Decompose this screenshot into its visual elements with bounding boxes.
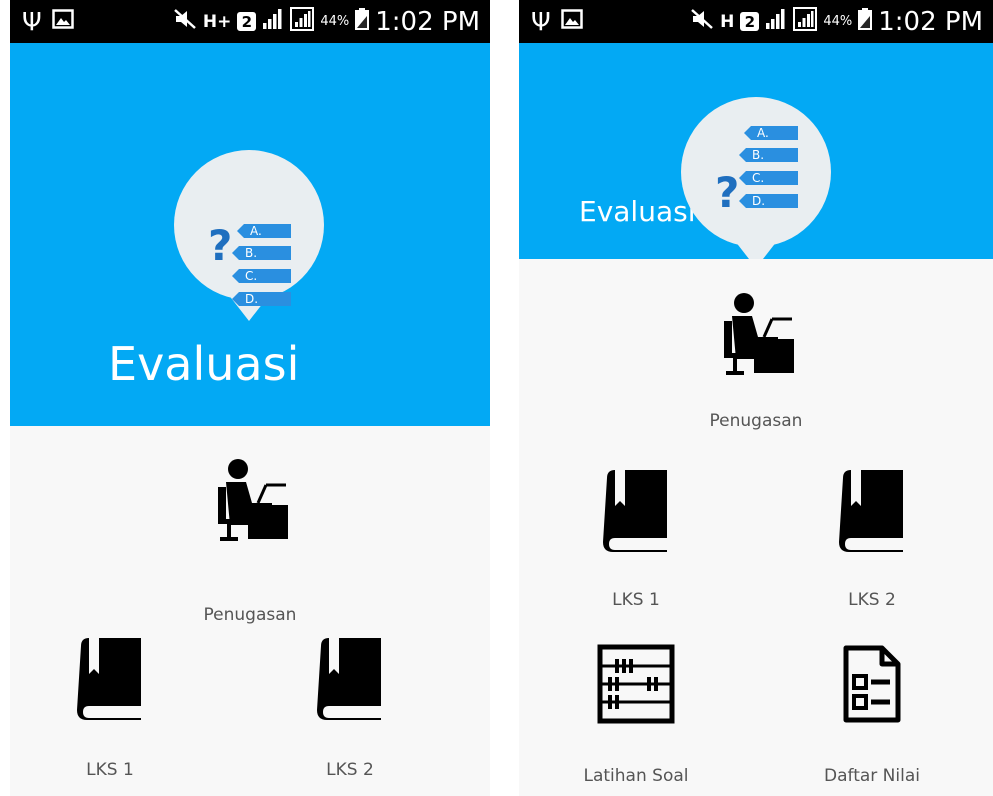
menu-label: Penugasan	[709, 411, 803, 431]
book-icon	[603, 470, 667, 552]
abacus-icon	[597, 644, 675, 724]
header-title: Evaluasi	[579, 195, 696, 228]
evaluasi-header: ? A. B. C. D. Evaluasi	[10, 43, 490, 426]
menu-label: Latihan Soal	[583, 766, 689, 786]
status-bar-system: H 2 44% 1:02 PM	[690, 0, 983, 43]
menu-item-lks-2[interactable]: LKS 2	[812, 468, 932, 610]
option-b-letter: B.	[752, 148, 764, 162]
mute-icon	[690, 8, 714, 35]
status-bar: Ψ H 2 44% 1:02 PM	[519, 0, 993, 43]
status-bar: Ψ H+ 2 44% 1:02 PM	[10, 0, 490, 43]
option-c-letter: C.	[245, 269, 257, 283]
status-time: 1:02 PM	[878, 6, 983, 37]
option-a-letter: A.	[757, 126, 769, 140]
battery-percent: 44%	[823, 14, 853, 29]
menu-label: Penugasan	[203, 605, 297, 625]
option-c-letter: C.	[752, 171, 764, 185]
screen-left: Ψ H+ 2 44% 1:02 PM ? A. B. C. D. Evaluas…	[10, 0, 490, 796]
signal-icon-2	[290, 7, 315, 36]
menu-grid: Penugasan LKS 1 LKS 2	[519, 259, 993, 796]
battery-percent: 44%	[320, 14, 350, 29]
sim-slot-badge: 2	[237, 12, 257, 31]
usb-icon: Ψ	[22, 7, 42, 36]
menu-item-lks-2[interactable]: LKS 2	[290, 636, 410, 780]
svg-text:?: ?	[208, 221, 232, 270]
menu-item-latihan-soal[interactable]: Latihan Soal	[561, 644, 711, 786]
option-b-letter: B.	[245, 246, 257, 260]
screen-right: Ψ H 2 44% 1:02 PM Evaluasi ? A. B. C. D.…	[519, 0, 993, 796]
menu-label: LKS 1	[86, 760, 134, 780]
option-d-letter: D.	[245, 292, 258, 306]
status-bar-notifications: Ψ	[22, 0, 74, 43]
person-at-desk-icon	[218, 459, 288, 541]
menu-item-lks-1[interactable]: LKS 1	[50, 636, 170, 780]
document-list-icon	[843, 645, 901, 723]
battery-charging-icon	[355, 8, 370, 35]
evaluasi-header: Evaluasi ? A. B. C. D.	[519, 43, 993, 268]
signal-icon	[262, 8, 284, 35]
signal-icon-2	[793, 7, 818, 36]
menu-label: LKS 1	[612, 590, 660, 610]
header-title: Evaluasi	[108, 337, 300, 391]
network-type: H	[720, 11, 735, 32]
network-type: H+	[202, 11, 232, 32]
gallery-icon	[560, 9, 583, 34]
menu-label: LKS 2	[848, 590, 896, 610]
option-d-letter: D.	[752, 194, 765, 208]
book-icon	[77, 638, 141, 720]
sim-slot-badge: 2	[740, 12, 760, 31]
menu-item-daftar-nilai[interactable]: Daftar Nilai	[797, 644, 947, 786]
menu-grid: Penugasan LKS 1 LKS 2	[10, 426, 490, 796]
svg-text:?: ?	[715, 168, 739, 217]
status-bar-system: H+ 2 44% 1:02 PM	[173, 0, 480, 43]
battery-charging-icon	[858, 8, 873, 35]
gallery-icon	[51, 9, 74, 34]
mute-icon	[173, 8, 197, 35]
menu-item-lks-1[interactable]: LKS 1	[576, 468, 696, 610]
menu-label: Daftar Nilai	[824, 766, 920, 786]
quiz-options-icon: ? A. B. C. D.	[174, 150, 324, 321]
menu-label: LKS 2	[326, 760, 374, 780]
person-at-desk-icon	[724, 293, 794, 375]
status-time: 1:02 PM	[375, 6, 480, 37]
book-icon	[839, 470, 903, 552]
option-a-letter: A.	[250, 224, 262, 238]
status-bar-notifications: Ψ	[531, 0, 583, 43]
book-icon	[317, 638, 381, 720]
usb-icon: Ψ	[531, 7, 551, 36]
quiz-options-icon: ? A. B. C. D.	[681, 97, 831, 268]
menu-item-penugasan[interactable]: Penugasan	[150, 457, 350, 625]
signal-icon	[765, 8, 787, 35]
menu-item-penugasan[interactable]: Penugasan	[656, 291, 856, 431]
